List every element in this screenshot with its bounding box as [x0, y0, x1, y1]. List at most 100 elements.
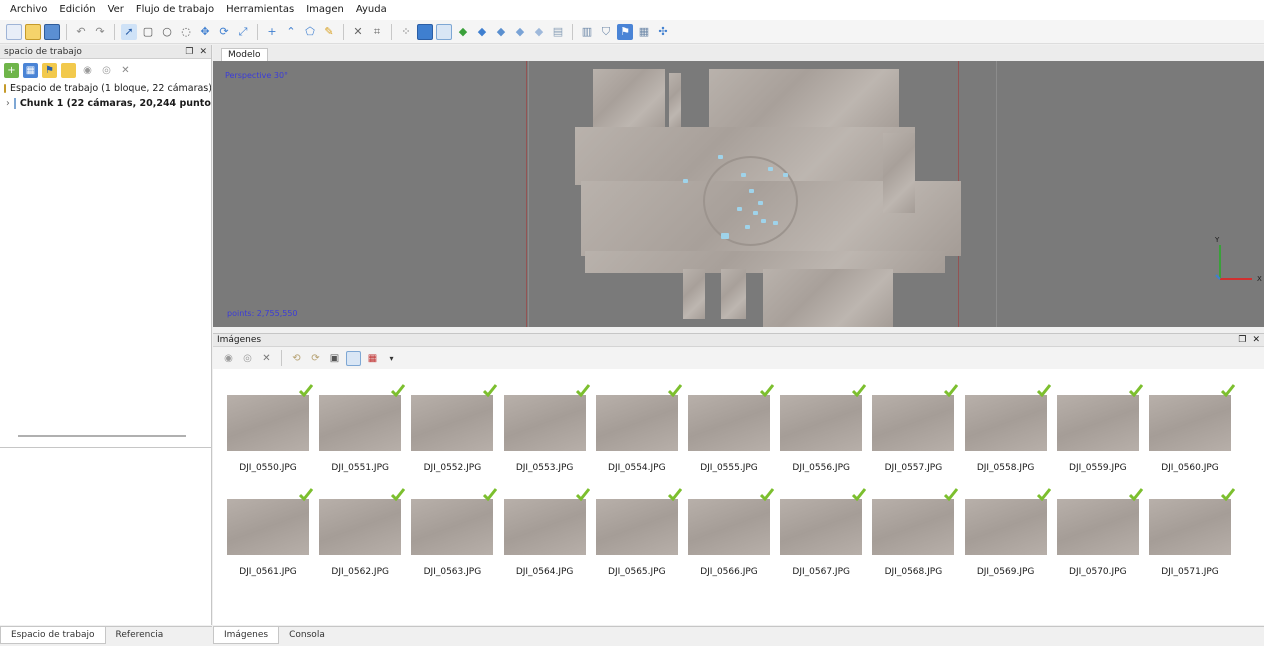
image-thumbnail[interactable]: DJI_0560.JPG: [1149, 384, 1235, 473]
tab-console[interactable]: Consola: [279, 627, 335, 643]
draw-polygon-icon[interactable]: ⬠: [302, 24, 318, 40]
tree-root-workspace[interactable]: Espacio de trabajo (1 bloque, 22 cámaras…: [0, 81, 211, 96]
menu-flujo-de-trabajo[interactable]: Flujo de trabajo: [130, 0, 220, 20]
detect-markers-icon[interactable]: ▣: [327, 351, 342, 366]
thumbnail-image: [595, 384, 682, 451]
remove-camera-icon[interactable]: ✕: [259, 351, 274, 366]
free-form-selection-icon[interactable]: ◌: [178, 24, 194, 40]
float-panel-icon[interactable]: ❐: [185, 47, 193, 57]
save-project-icon[interactable]: [44, 23, 60, 40]
image-thumbnail[interactable]: DJI_0568.JPG: [872, 488, 959, 577]
image-thumbnail[interactable]: DJI_0562.JPG: [319, 488, 406, 577]
aligned-check-icon: [575, 488, 590, 501]
scale-object-icon[interactable]: ⤢: [235, 24, 251, 40]
panel-splitter[interactable]: [18, 435, 186, 437]
point-marker: [737, 207, 742, 211]
menu-archivo[interactable]: Archivo: [4, 0, 53, 20]
draw-point-icon[interactable]: +: [264, 24, 280, 40]
tab-reference[interactable]: Referencia: [106, 627, 174, 643]
image-thumbnail[interactable]: DJI_0571.JPG: [1149, 488, 1235, 577]
move-object-icon[interactable]: ✥: [197, 24, 213, 40]
menu-edicion[interactable]: Edición: [53, 0, 101, 20]
rotate-object-icon[interactable]: ⟳: [216, 24, 232, 40]
wireframe-model-icon[interactable]: ◆: [531, 24, 547, 40]
image-thumbnail[interactable]: DJI_0566.JPG: [688, 488, 774, 577]
show-markers-icon[interactable]: ⛉: [598, 24, 614, 40]
undo-icon[interactable]: ↶: [73, 24, 89, 40]
tab-images[interactable]: Imágenes: [213, 627, 280, 644]
image-thumbnail[interactable]: DJI_0557.JPG: [872, 384, 959, 473]
image-thumbnail[interactable]: DJI_0555.JPG: [688, 384, 774, 473]
image-thumbnail[interactable]: DJI_0570.JPG: [1056, 488, 1143, 577]
ortho-tile: [593, 69, 665, 129]
image-thumbnail[interactable]: DJI_0569.JPG: [964, 488, 1051, 577]
enable-camera-icon[interactable]: ◉: [221, 351, 236, 366]
image-thumbnail[interactable]: DJI_0567.JPG: [780, 488, 867, 577]
disable-camera-icon[interactable]: ◎: [240, 351, 255, 366]
rectangle-selection-icon[interactable]: ▢: [140, 24, 156, 40]
solid-model-icon[interactable]: ◆: [512, 24, 528, 40]
image-thumbnail[interactable]: DJI_0553.JPG: [503, 384, 590, 473]
image-thumbnail[interactable]: DJI_0563.JPG: [411, 488, 498, 577]
navigation-arrow-icon[interactable]: ➚: [121, 23, 137, 40]
close-panel-icon[interactable]: ✕: [199, 47, 207, 57]
open-project-icon[interactable]: [25, 23, 41, 40]
add-folder-icon[interactable]: ⚑: [42, 62, 57, 78]
crop-selection-icon[interactable]: ⌗: [369, 24, 385, 40]
image-thumbnail[interactable]: DJI_0558.JPG: [964, 384, 1051, 473]
menu-imagen[interactable]: Imagen: [300, 0, 350, 20]
image-thumbnail[interactable]: DJI_0552.JPG: [411, 384, 498, 473]
image-thumbnail[interactable]: DJI_0551.JPG: [319, 384, 406, 473]
thumbnails-view-icon[interactable]: ▦: [365, 351, 380, 366]
merge-chunks-icon[interactable]: [61, 62, 76, 78]
point-cloud-icon[interactable]: ◆: [455, 24, 471, 40]
rotate-left-icon[interactable]: ⟲: [289, 351, 304, 366]
rotate-right-icon[interactable]: ⟳: [308, 351, 323, 366]
draw-polyline-icon[interactable]: ⌃: [283, 24, 299, 40]
image-thumbnail[interactable]: DJI_0564.JPG: [503, 488, 590, 577]
show-images-icon[interactable]: ▦: [636, 24, 652, 40]
remove-icon[interactable]: ✕: [118, 63, 133, 78]
reset-view-icon[interactable]: ✣: [655, 24, 671, 40]
show-cameras-icon[interactable]: ⁘: [398, 24, 414, 40]
enable-icon[interactable]: ◉: [80, 63, 95, 78]
float-panel-icon[interactable]: ❐: [1238, 335, 1246, 345]
tree-item-chunk[interactable]: › Chunk 1 (22 cámaras, 20,244 puntos) [: [0, 96, 211, 111]
textured-model-icon[interactable]: ▤: [550, 24, 566, 40]
tab-workspace[interactable]: Espacio de trabajo: [0, 627, 106, 644]
close-panel-icon[interactable]: ✕: [1252, 335, 1260, 345]
tab-model[interactable]: Modelo: [221, 48, 268, 61]
details-view-icon[interactable]: [346, 350, 361, 366]
aligned-check-icon: [1221, 384, 1235, 397]
model-viewport[interactable]: Perspective 30° points: 2,755,550 Y X: [213, 61, 1264, 327]
ruler-icon[interactable]: ✎: [321, 24, 337, 40]
redo-icon[interactable]: ↷: [92, 24, 108, 40]
menu-herramientas[interactable]: Herramientas: [220, 0, 300, 20]
image-thumbnail[interactable]: DJI_0556.JPG: [780, 384, 867, 473]
show-region-icon[interactable]: [436, 23, 452, 40]
toolbar-separator: [281, 350, 282, 366]
expand-chevron-icon[interactable]: ›: [6, 98, 10, 109]
circle-selection-icon[interactable]: ○: [159, 24, 175, 40]
delete-selection-icon[interactable]: ✕: [350, 24, 366, 40]
shaded-model-icon[interactable]: ◆: [493, 24, 509, 40]
image-thumbnail[interactable]: DJI_0550.JPG: [227, 384, 313, 473]
dense-cloud-icon[interactable]: ◆: [474, 24, 490, 40]
menu-ver[interactable]: Ver: [102, 0, 130, 20]
image-thumbnail[interactable]: DJI_0565.JPG: [595, 488, 682, 577]
disable-icon[interactable]: ◎: [99, 63, 114, 78]
image-thumbnail[interactable]: DJI_0561.JPG: [227, 488, 313, 577]
dem-icon[interactable]: ▥: [579, 24, 595, 40]
images-grid: DJI_0550.JPG DJI_0551.JPG DJI_0552.JPG DJI_…: [213, 369, 1264, 625]
new-project-icon[interactable]: [6, 23, 22, 40]
add-chunk-icon[interactable]: +: [4, 62, 19, 78]
add-photos-icon[interactable]: ▦: [23, 62, 38, 78]
view-mode-dropdown-icon[interactable]: ▾: [384, 351, 399, 366]
image-thumbnail[interactable]: DJI_0554.JPG: [595, 384, 682, 473]
menu-ayuda[interactable]: Ayuda: [350, 0, 393, 20]
thumbnail-caption: DJI_0563.JPG: [423, 567, 482, 577]
show-grid-icon[interactable]: [417, 23, 433, 40]
properties-panel: [0, 447, 211, 625]
image-thumbnail[interactable]: DJI_0559.JPG: [1056, 384, 1143, 473]
show-shapes-icon[interactable]: ⚑: [617, 23, 633, 40]
